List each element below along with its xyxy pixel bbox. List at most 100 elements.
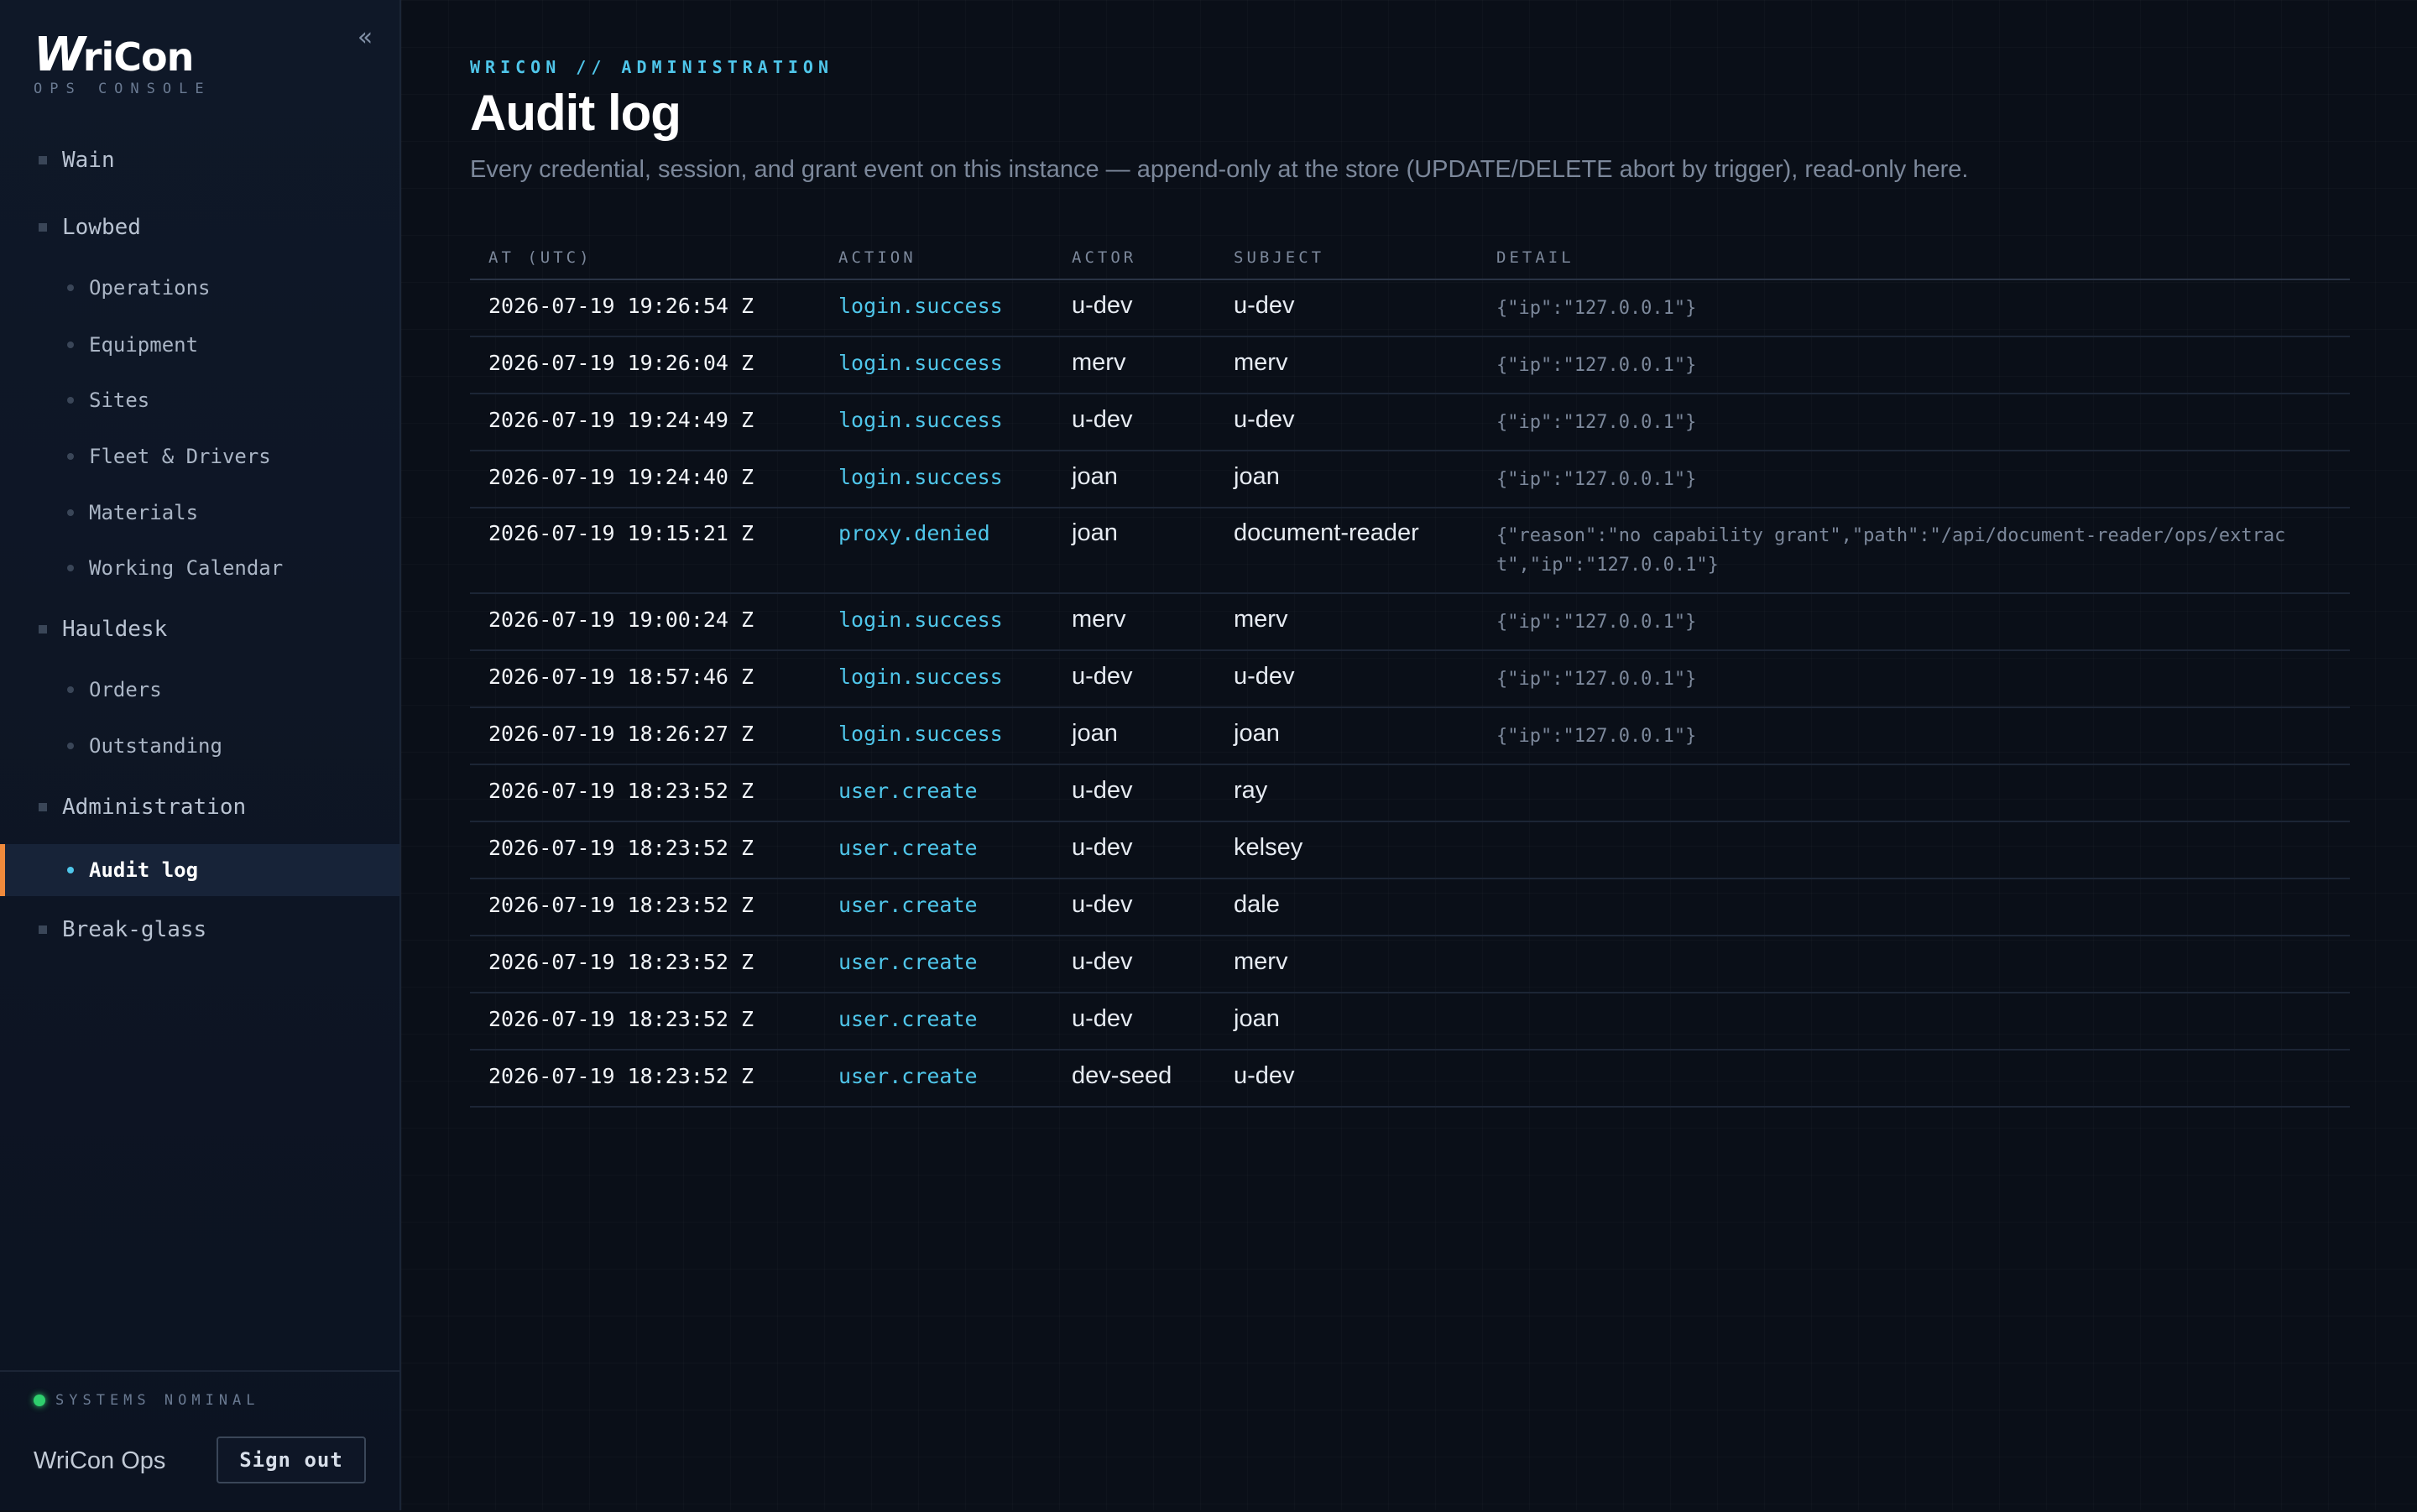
column-header-action[interactable]: ACTION <box>820 248 1053 267</box>
system-status: SYSTEMS NOMINAL <box>34 1392 260 1409</box>
cell-timestamp: 2026-07-19 19:15:21 Z <box>488 521 754 545</box>
cell-actor: u-dev <box>1072 834 1133 861</box>
cell-actor: u-dev <box>1072 292 1133 319</box>
cell-actor: joan <box>1072 720 1118 747</box>
cell-subject: joan <box>1234 463 1280 490</box>
status-dot-icon <box>34 1395 45 1406</box>
cell-timestamp: 2026-07-19 18:23:52 Z <box>488 950 754 974</box>
brand-logo-rest: riCon <box>82 34 195 80</box>
table-row[interactable]: 2026-07-19 18:23:52 Z user.create u-dev kel… <box>470 822 2350 879</box>
table-row[interactable]: 2026-07-19 18:26:27 Z login.success joan jo… <box>470 708 2350 765</box>
sidebar-item-sites[interactable]: Sites <box>0 374 399 426</box>
page-title: Audit log <box>470 85 681 141</box>
table-row[interactable]: 2026-07-19 18:23:52 Z user.create u-dev mer… <box>470 936 2350 993</box>
nav-bullet-icon <box>39 925 47 934</box>
sidebar-item-hauldesk[interactable]: Hauldesk <box>0 603 399 655</box>
sidebar-item-label: Sites <box>89 388 150 412</box>
nav-bullet-icon <box>67 284 74 291</box>
sidebar-item-break-glass[interactable]: Break-glass <box>0 904 399 956</box>
cell-actor: u-dev <box>1072 1005 1133 1032</box>
sidebar-item-working-calendar[interactable]: Working Calendar <box>0 542 399 594</box>
table-row[interactable]: 2026-07-19 18:57:46 Z login.success u-dev u… <box>470 651 2350 708</box>
cell-action: login.success <box>838 665 1003 689</box>
cell-subject: ray <box>1234 777 1268 804</box>
cell-subject: merv <box>1234 948 1288 975</box>
cell-actor: merv <box>1072 606 1126 633</box>
sidebar-item-label: Materials <box>89 501 199 524</box>
cell-detail: {"ip":"127.0.0.1"} <box>1496 412 1697 433</box>
table-row[interactable]: 2026-07-19 19:00:24 Z login.success merv me… <box>470 594 2350 651</box>
cell-action: user.create <box>838 1064 978 1088</box>
cell-subject: joan <box>1234 720 1280 747</box>
sign-out-button[interactable]: Sign out <box>217 1436 366 1483</box>
nav-bullet-icon <box>67 867 74 873</box>
sidebar-item-administration[interactable]: Administration <box>0 781 399 833</box>
sidebar-item-lowbed[interactable]: Lowbed <box>0 201 399 253</box>
cell-timestamp: 2026-07-19 19:26:04 Z <box>488 351 754 375</box>
sidebar-item-equipment[interactable]: Equipment <box>0 319 399 371</box>
cell-action: login.success <box>838 722 1003 746</box>
nav-bullet-icon <box>67 565 74 571</box>
cell-timestamp: 2026-07-19 18:23:52 Z <box>488 779 754 803</box>
sidebar-item-label: Equipment <box>89 333 199 357</box>
nav-bullet-icon <box>39 223 47 232</box>
cell-actor: merv <box>1072 349 1126 376</box>
sidebar-item-operations[interactable]: Operations <box>0 262 399 314</box>
status-text: SYSTEMS NOMINAL <box>55 1392 260 1409</box>
cell-detail: {"reason":"no capability grant","path":"… <box>1496 525 2286 576</box>
cell-detail: {"ip":"127.0.0.1"} <box>1496 612 1697 633</box>
table-row[interactable]: 2026-07-19 18:23:52 Z user.create u-dev ray <box>470 765 2350 822</box>
cell-actor: joan <box>1072 519 1118 546</box>
table-row[interactable]: 2026-07-19 19:26:54 Z login.success u-dev u… <box>470 280 2350 337</box>
sidebar-item-materials[interactable]: Materials <box>0 487 399 539</box>
cell-detail: {"ip":"127.0.0.1"} <box>1496 469 1697 490</box>
table-body: 2026-07-19 19:26:54 Z login.success u-dev u… <box>470 280 2350 1108</box>
cell-action: proxy.denied <box>838 521 990 545</box>
table-row[interactable]: 2026-07-19 19:15:21 Z proxy.denied joan doc… <box>470 508 2350 594</box>
cell-actor: u-dev <box>1072 663 1133 690</box>
sidebar-item-label: Orders <box>89 678 162 701</box>
cell-timestamp: 2026-07-19 19:00:24 Z <box>488 607 754 632</box>
nav-bullet-icon <box>67 686 74 693</box>
column-header-subject[interactable]: SUBJECT <box>1215 248 1478 267</box>
cell-subject: u-dev <box>1234 292 1295 319</box>
nav-bullet-icon <box>39 156 47 164</box>
cell-action: login.success <box>838 408 1003 432</box>
nav-bullet-icon <box>67 453 74 460</box>
sidebar: WriCon OPS CONSOLE « Wain Lowbed Operation… <box>0 0 401 1510</box>
table-row[interactable]: 2026-07-19 18:23:52 Z user.create u-dev dal… <box>470 879 2350 936</box>
cell-detail: {"ip":"127.0.0.1"} <box>1496 669 1697 690</box>
cell-timestamp: 2026-07-19 18:23:52 Z <box>488 1007 754 1031</box>
sidebar-item-label: Administration <box>62 795 247 820</box>
page-description: Every credential, session, and grant eve… <box>470 156 1969 183</box>
column-header-actor[interactable]: ACTOR <box>1053 248 1215 267</box>
column-header-at[interactable]: AT (UTC) <box>470 248 820 267</box>
sidebar-item-orders[interactable]: Orders <box>0 664 399 716</box>
column-header-detail[interactable]: DETAIL <box>1478 248 2350 267</box>
cell-action: login.success <box>838 607 1003 632</box>
table-row[interactable]: 2026-07-19 18:23:52 Z user.create u-dev joa… <box>470 993 2350 1051</box>
sidebar-item-label: Outstanding <box>89 734 222 758</box>
table-row[interactable]: 2026-07-19 19:26:04 Z login.success merv me… <box>470 337 2350 394</box>
cell-action: user.create <box>838 1007 978 1031</box>
cell-subject: document-reader <box>1234 519 1419 546</box>
cell-timestamp: 2026-07-19 18:57:46 Z <box>488 665 754 689</box>
sidebar-item-outstanding[interactable]: Outstanding <box>0 720 399 772</box>
cell-subject: u-dev <box>1234 1062 1295 1089</box>
sidebar-item-audit-log[interactable]: Audit log <box>0 844 399 896</box>
sidebar-item-wain[interactable]: Wain <box>0 134 399 186</box>
breadcrumb: WRICON // ADMINISTRATION <box>470 57 833 77</box>
cell-detail: {"ip":"127.0.0.1"} <box>1496 726 1697 747</box>
table-row[interactable]: 2026-07-19 19:24:40 Z login.success joan jo… <box>470 451 2350 508</box>
cell-action: login.success <box>838 465 1003 489</box>
collapse-sidebar-icon[interactable]: « <box>351 23 379 52</box>
cell-timestamp: 2026-07-19 19:26:54 Z <box>488 294 754 318</box>
brand-logo[interactable]: WriCon <box>34 32 211 80</box>
cell-action: user.create <box>838 779 978 803</box>
brand: WriCon OPS CONSOLE <box>34 32 211 98</box>
table-row[interactable]: 2026-07-19 18:23:52 Z user.create dev-seed… <box>470 1051 2350 1108</box>
sidebar-item-fleet-drivers[interactable]: Fleet & Drivers <box>0 430 399 482</box>
table-row[interactable]: 2026-07-19 19:24:49 Z login.success u-dev u… <box>470 394 2350 451</box>
nav-bullet-icon <box>39 625 47 633</box>
nav-bullet-icon <box>67 743 74 749</box>
